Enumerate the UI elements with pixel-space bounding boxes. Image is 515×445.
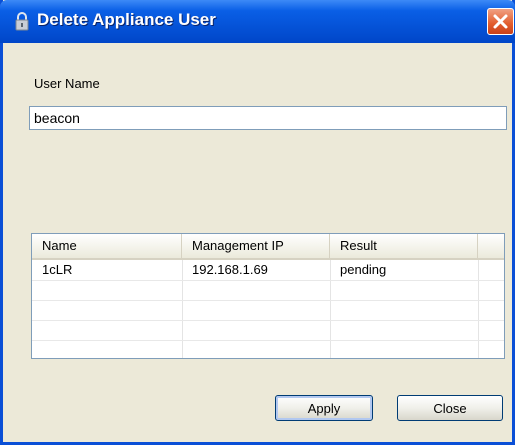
- title-bar[interactable]: Delete Appliance User: [0, 0, 515, 43]
- cell-management-ip: 192.168.1.69: [192, 262, 268, 277]
- lock-icon: [15, 12, 29, 31]
- close-window-button[interactable]: [487, 8, 514, 35]
- username-input[interactable]: [29, 106, 507, 130]
- table-row-empty: [32, 280, 504, 301]
- column-header-result[interactable]: Result: [330, 234, 478, 258]
- cell-name: 1cLR: [42, 262, 73, 277]
- column-header-filler: [478, 234, 504, 258]
- table-header: Name Management IP Result: [32, 234, 504, 260]
- table-row-empty: [32, 320, 504, 341]
- close-button[interactable]: Close: [397, 395, 503, 421]
- table-row-empty: [32, 300, 504, 321]
- apply-button[interactable]: Apply: [275, 395, 373, 421]
- delete-user-dialog: Delete Appliance User User Name Name Man…: [0, 0, 515, 445]
- column-header-management-ip[interactable]: Management IP: [182, 234, 330, 258]
- username-label: User Name: [34, 76, 100, 91]
- cell-result: pending: [340, 262, 387, 277]
- users-table: Name Management IP Result 1cLR 192.168.1…: [31, 233, 505, 359]
- close-icon: [493, 14, 508, 29]
- dialog-title: Delete Appliance User: [37, 10, 216, 29]
- table-row-empty: [32, 340, 504, 360]
- table-row[interactable]: 1cLR 192.168.1.69 pending: [32, 260, 504, 281]
- column-header-name[interactable]: Name: [32, 234, 182, 258]
